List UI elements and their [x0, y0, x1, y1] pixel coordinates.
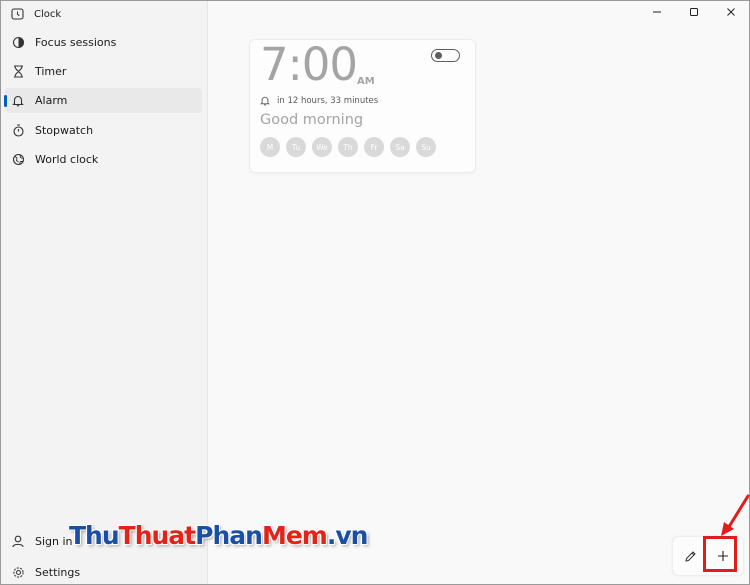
- day-badge: We: [312, 137, 332, 157]
- day-badge: Su: [416, 137, 436, 157]
- day-badge: Tu: [286, 137, 306, 157]
- alarm-remaining-text: in 12 hours, 33 minutes: [277, 95, 379, 106]
- minimize-icon: [652, 11, 661, 13]
- day-badge: M: [260, 137, 280, 157]
- gear-icon: [11, 566, 25, 580]
- sidebar-item-stopwatch[interactable]: Stopwatch: [5, 118, 202, 143]
- hourglass-icon: [11, 65, 25, 79]
- watermark: ThuThuatPhanMem.vn: [69, 521, 369, 550]
- watermark-part: Thuat: [118, 521, 196, 550]
- sidebar-item-label: Alarm: [35, 94, 68, 107]
- close-button[interactable]: [712, 1, 749, 23]
- settings-button[interactable]: Settings: [5, 560, 202, 584]
- sidebar-item-label: Stopwatch: [35, 124, 94, 137]
- sign-in-label: Sign in: [35, 535, 73, 548]
- sidebar: Clock Focus sessions Timer Alarm Stopwat…: [1, 1, 208, 584]
- annotation-arrow: [721, 494, 750, 536]
- highlight-box: [703, 536, 737, 572]
- close-icon: [726, 8, 735, 16]
- watermark-part: Thu: [69, 521, 120, 550]
- app-title: Clock: [34, 8, 62, 20]
- globe-icon: [11, 153, 25, 167]
- clock-app-icon: [11, 5, 24, 24]
- sidebar-item-label: Timer: [35, 65, 67, 78]
- minimize-button[interactable]: [638, 1, 675, 23]
- sidebar-item-world-clock[interactable]: World clock: [5, 147, 202, 172]
- sidebar-item-label: World clock: [35, 153, 99, 166]
- alarm-name: Good morning: [260, 112, 364, 128]
- bell-icon: [260, 95, 271, 106]
- day-badge: Sa: [390, 137, 410, 157]
- stopwatch-icon: [11, 124, 25, 138]
- day-badge: Fr: [364, 137, 384, 157]
- settings-label: Settings: [35, 566, 81, 579]
- pencil-icon: [684, 550, 696, 562]
- watermark-part: .vn: [326, 521, 369, 550]
- bell-icon: [11, 94, 25, 108]
- watermark-part: Mem: [261, 521, 328, 550]
- sidebar-item-focus-sessions[interactable]: Focus sessions: [5, 30, 202, 55]
- toggle-knob: [435, 52, 442, 59]
- sidebar-item-timer[interactable]: Timer: [5, 59, 202, 84]
- watermark-part: Phan: [195, 521, 263, 550]
- sidebar-item-label: Focus sessions: [35, 36, 117, 49]
- person-icon: [11, 535, 25, 549]
- alarm-time: 7:00: [260, 38, 358, 91]
- window-controls: [638, 1, 749, 23]
- focus-icon: [11, 36, 25, 50]
- edit-alarms-button[interactable]: [681, 547, 699, 565]
- alarm-toggle[interactable]: [431, 49, 460, 62]
- alarm-card[interactable]: 7:00 AM in 12 hours, 33 minutes Good mor…: [249, 38, 476, 173]
- title-bar: Clock: [11, 6, 61, 22]
- alarm-ampm: AM: [357, 76, 375, 87]
- clock-window: Clock Focus sessions Timer Alarm Stopwat…: [0, 0, 750, 585]
- day-badge: Th: [338, 137, 358, 157]
- maximize-button[interactable]: [675, 1, 712, 23]
- alarm-days: M Tu We Th Fr Sa Su: [260, 137, 442, 157]
- sidebar-item-alarm[interactable]: Alarm: [4, 88, 202, 113]
- maximize-icon: [689, 8, 698, 16]
- alarm-remaining: in 12 hours, 33 minutes: [260, 95, 378, 106]
